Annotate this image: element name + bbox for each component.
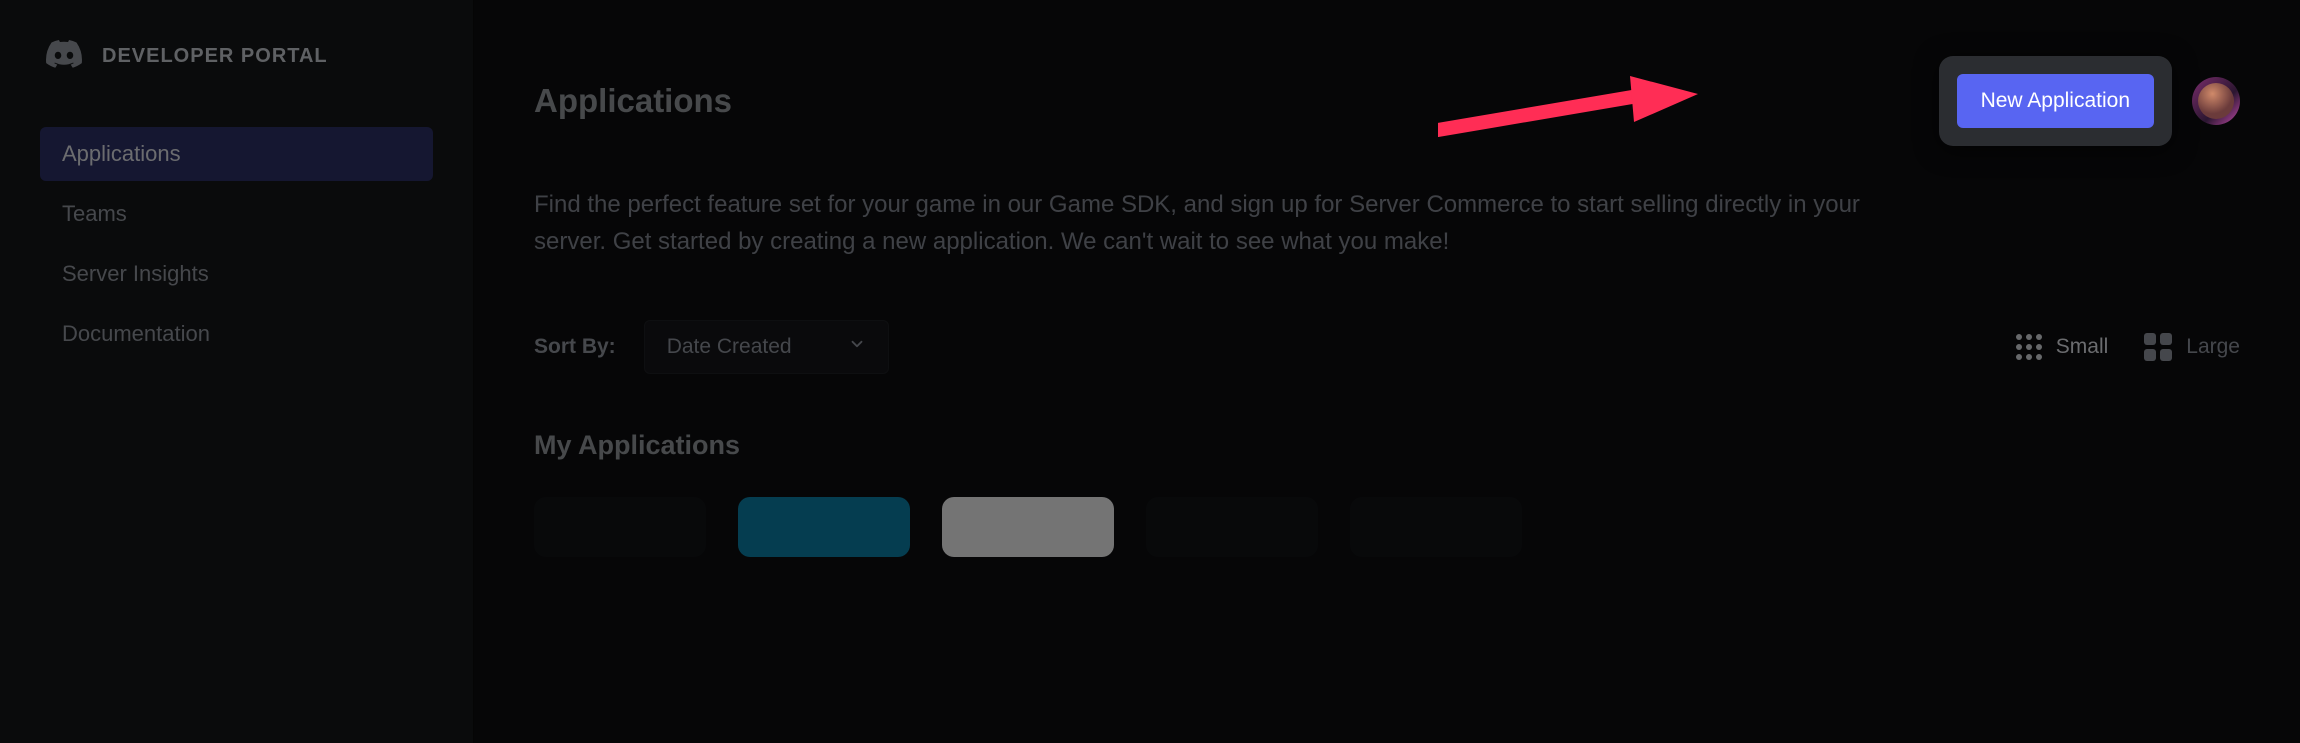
application-cards <box>534 497 2240 557</box>
controls-row: Sort By: Date Created Small Large <box>534 320 2240 374</box>
view-small-label: Small <box>2056 335 2109 359</box>
section-title: My Applications <box>534 430 2240 461</box>
application-card[interactable] <box>942 497 1114 557</box>
grid-large-icon <box>2144 333 2172 361</box>
topbar: Applications New Application <box>534 56 2240 146</box>
page-description: Find the perfect feature set for your ga… <box>534 186 1934 260</box>
brand-title: DEVELOPER PORTAL <box>102 45 328 68</box>
sidebar: DEVELOPER PORTAL Applications Teams Serv… <box>0 0 474 743</box>
avatar[interactable] <box>2192 77 2240 125</box>
view-large-button[interactable]: Large <box>2144 333 2240 361</box>
page-title: Applications <box>534 82 732 120</box>
main-content: Applications New Application Find the pe… <box>474 0 2300 743</box>
nav-list: Applications Teams Server Insights Docum… <box>40 127 433 361</box>
application-card[interactable] <box>534 497 706 557</box>
application-card[interactable] <box>1146 497 1318 557</box>
sidebar-item-label: Teams <box>62 201 127 226</box>
grid-small-icon <box>2016 334 2042 360</box>
view-small-button[interactable]: Small <box>2016 334 2109 360</box>
view-large-label: Large <box>2186 335 2240 359</box>
view-toggles: Small Large <box>2016 333 2240 361</box>
new-application-button[interactable]: New Application <box>1957 74 2154 128</box>
sort-label: Sort By: <box>534 335 616 359</box>
application-card[interactable] <box>738 497 910 557</box>
sidebar-item-server-insights[interactable]: Server Insights <box>40 247 433 301</box>
avatar-image <box>2198 83 2234 119</box>
sort-select[interactable]: Date Created <box>644 320 889 374</box>
brand: DEVELOPER PORTAL <box>46 40 433 73</box>
sort-control: Sort By: Date Created <box>534 320 889 374</box>
sidebar-item-label: Applications <box>62 141 181 166</box>
new-application-highlight: New Application <box>1939 56 2172 146</box>
sidebar-item-applications[interactable]: Applications <box>40 127 433 181</box>
discord-logo-icon <box>46 40 82 73</box>
sidebar-item-teams[interactable]: Teams <box>40 187 433 241</box>
sort-selected-value: Date Created <box>667 335 792 359</box>
sidebar-item-documentation[interactable]: Documentation <box>40 307 433 361</box>
sidebar-item-label: Documentation <box>62 321 210 346</box>
chevron-down-icon <box>848 335 866 359</box>
sidebar-item-label: Server Insights <box>62 261 209 286</box>
top-right: New Application <box>1939 56 2240 146</box>
application-card[interactable] <box>1350 497 1522 557</box>
